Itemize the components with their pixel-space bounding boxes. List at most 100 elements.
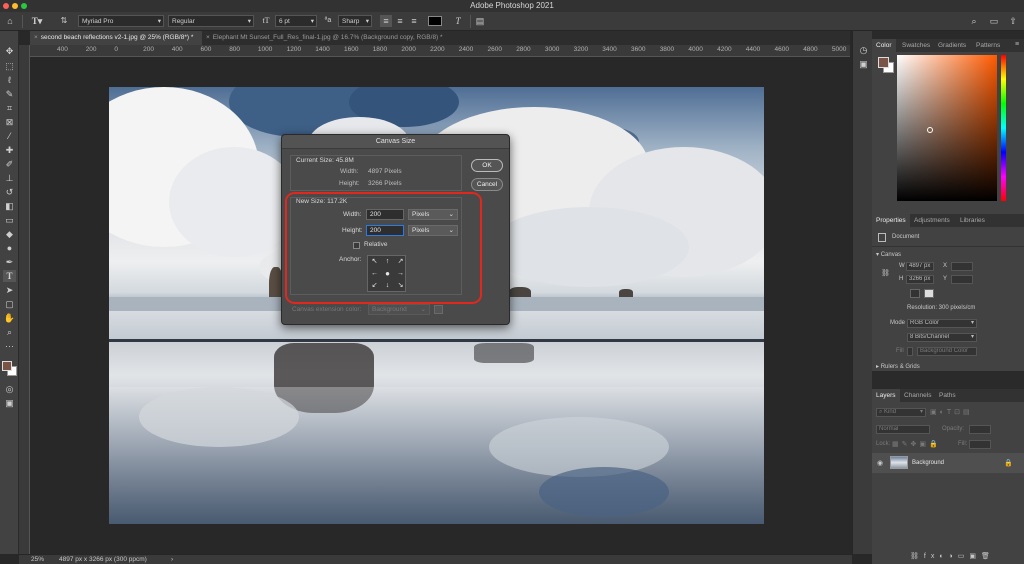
opacity-field[interactable] xyxy=(969,425,991,434)
tab-properties[interactable]: Properties xyxy=(872,214,910,227)
actions-panel-icon[interactable]: ▣ xyxy=(857,58,870,70)
fill-swatch[interactable] xyxy=(907,347,913,356)
layer-filter-icons[interactable]: ▣◐T⊡▤ xyxy=(930,408,973,416)
align-right-icon[interactable]: ≡ xyxy=(408,15,420,27)
anchor-w-arrow-icon[interactable]: ← xyxy=(368,268,381,280)
color-panel-menu-icon[interactable]: ≡ xyxy=(1015,41,1022,50)
tab-libraries[interactable]: Libraries xyxy=(956,214,989,227)
type-tool-icon[interactable]: T xyxy=(3,270,16,282)
quick-select-tool-icon[interactable]: ✎ xyxy=(3,88,16,100)
extension-color-select[interactable]: Background ⌄ xyxy=(368,304,430,315)
character-panel-icon[interactable]: ▤ xyxy=(474,15,486,27)
canvas-height-field[interactable]: 3266 px xyxy=(906,275,934,284)
portrait-orientation-icon[interactable] xyxy=(910,289,920,298)
warp-text-icon[interactable]: T xyxy=(452,15,464,27)
width-unit-select[interactable]: Pixels ⌄ xyxy=(408,209,458,220)
tab-patterns[interactable]: Patterns xyxy=(972,39,1004,52)
visibility-eye-icon[interactable]: ◉ xyxy=(877,459,883,467)
text-color-swatch[interactable] xyxy=(428,16,442,26)
canvas-y-field[interactable] xyxy=(951,275,973,284)
shape-tool-icon[interactable]: ▢ xyxy=(3,298,16,310)
marquee-tool-icon[interactable]: ⬚ xyxy=(3,60,16,72)
font-style-select[interactable]: Regular ▾ xyxy=(168,15,254,27)
anchor-e-arrow-icon[interactable]: → xyxy=(394,268,407,280)
link-icon[interactable]: ⛓ xyxy=(881,269,890,277)
canvas-x-field[interactable] xyxy=(951,262,973,271)
tab-second-beach[interactable]: × second beach reflections v2-1.jpg @ 25%… xyxy=(30,31,202,45)
antialias-select[interactable]: Sharp ▾ xyxy=(338,15,372,27)
relative-checkbox[interactable] xyxy=(353,242,360,249)
anchor-center-icon[interactable]: ● xyxy=(381,268,394,280)
brush-tool-icon[interactable]: ✐ xyxy=(3,158,16,170)
fill-opacity-field[interactable] xyxy=(969,440,991,449)
canvas-width-field[interactable]: 4897 px xyxy=(906,262,934,271)
history-brush-tool-icon[interactable]: ↺ xyxy=(3,186,16,198)
blend-mode-select[interactable]: Normal xyxy=(876,425,930,434)
color-picker-field[interactable] xyxy=(897,55,997,201)
blur-tool-icon[interactable]: ◆ xyxy=(3,228,16,240)
tab-adjustments[interactable]: Adjustments xyxy=(910,214,954,227)
tab-swatches[interactable]: Swatches xyxy=(898,39,934,52)
landscape-orientation-icon[interactable] xyxy=(924,289,934,298)
height-unit-select[interactable]: Pixels ⌄ xyxy=(408,225,458,236)
height-input[interactable]: 200 xyxy=(366,225,404,236)
hand-tool-icon[interactable]: ✋ xyxy=(3,312,16,324)
tab-layers[interactable]: Layers xyxy=(872,389,900,402)
tab-color[interactable]: Color xyxy=(872,39,896,52)
layer-footer-icons[interactable]: ⛓fx◐◑▭▣🗑 xyxy=(910,552,995,560)
status-expand-icon[interactable]: › xyxy=(171,556,173,563)
healing-brush-tool-icon[interactable]: ✚ xyxy=(3,144,16,156)
zoom-level[interactable]: 25% xyxy=(31,556,44,563)
path-select-tool-icon[interactable]: ➤ xyxy=(3,284,16,296)
extension-color-swatch[interactable] xyxy=(434,305,443,314)
hue-slider[interactable] xyxy=(1001,55,1006,201)
anchor-sw-arrow-icon[interactable]: ↙ xyxy=(368,280,381,292)
anchor-nw-arrow-icon[interactable]: ↖ xyxy=(368,256,381,268)
pen-tool-icon[interactable]: ✒ xyxy=(3,256,16,268)
anchor-s-arrow-icon[interactable]: ↓ xyxy=(381,280,394,292)
screen-mode-icon[interactable]: ▣ xyxy=(3,397,16,409)
zoom-tool-icon[interactable]: ⌕ xyxy=(3,326,16,338)
crop-tool-icon[interactable]: ⌗ xyxy=(3,102,16,114)
type-tool-preset-icon[interactable]: T▾ xyxy=(28,15,46,27)
quick-mask-icon[interactable]: ◎ xyxy=(3,383,16,395)
move-tool-icon[interactable]: ✥ xyxy=(3,45,16,57)
share-icon[interactable]: ⇧ xyxy=(1007,15,1019,27)
mode-select[interactable]: RGB Color ▾ xyxy=(907,319,977,328)
history-panel-icon[interactable]: ◷ xyxy=(857,44,870,56)
eraser-tool-icon[interactable]: ◧ xyxy=(3,200,16,212)
color-picker-cursor[interactable] xyxy=(927,127,933,133)
toggle-orientation-icon[interactable]: ⇅ xyxy=(58,15,70,27)
gradient-tool-icon[interactable]: ▭ xyxy=(3,214,16,226)
document-info[interactable]: 4897 px x 3266 px (300 ppcm) xyxy=(59,556,147,563)
width-input[interactable]: 200 xyxy=(366,209,404,220)
layer-row-background[interactable]: ◉ Background 🔒 xyxy=(872,453,1024,473)
lasso-tool-icon[interactable]: ℓ xyxy=(3,74,16,86)
align-left-icon[interactable]: ≡ xyxy=(380,15,392,27)
foreground-color-swatch-top[interactable] xyxy=(2,361,12,371)
anchor-se-arrow-icon[interactable]: ↘ xyxy=(394,280,407,292)
align-center-icon[interactable]: ≡ xyxy=(394,15,406,27)
rulers-grids-section[interactable]: ▸ Rulers & Grids xyxy=(876,363,920,370)
anchor-ne-arrow-icon[interactable]: ↗ xyxy=(394,256,407,268)
tab-elephant-mt[interactable]: × Elephant Mt Sunset_Full_Res_final-1.jpg… xyxy=(202,31,462,45)
foreground-swatch-top[interactable] xyxy=(878,57,889,68)
more-tools-icon[interactable]: ··· xyxy=(3,340,16,352)
eyedropper-tool-icon[interactable]: ⁄ xyxy=(3,130,16,142)
home-icon[interactable]: ⌂ xyxy=(4,15,16,27)
font-size-select[interactable]: 6 pt ▾ xyxy=(275,15,317,27)
bit-depth-select[interactable]: 8 Bits/Channel ▾ xyxy=(907,333,977,342)
layer-filter-select[interactable]: ⌕ Kind ▾ xyxy=(876,408,926,417)
lock-icons[interactable]: ▦✎✥▣🔒 xyxy=(892,440,941,448)
anchor-n-arrow-icon[interactable]: ↑ xyxy=(381,256,394,268)
workspace-icon[interactable]: ▭ xyxy=(988,15,1000,27)
font-family-select[interactable]: Myriad Pro ▾ xyxy=(78,15,164,27)
frame-tool-icon[interactable]: ⊠ xyxy=(3,116,16,128)
clone-stamp-tool-icon[interactable]: ⊥ xyxy=(3,172,16,184)
search-icon[interactable]: ⌕ xyxy=(968,15,980,27)
tab-paths[interactable]: Paths xyxy=(935,389,960,402)
ok-button[interactable]: OK xyxy=(471,159,503,172)
tab-channels[interactable]: Channels xyxy=(900,389,935,402)
tab-gradients[interactable]: Gradients xyxy=(934,39,970,52)
dodge-tool-icon[interactable]: ● xyxy=(3,242,16,254)
